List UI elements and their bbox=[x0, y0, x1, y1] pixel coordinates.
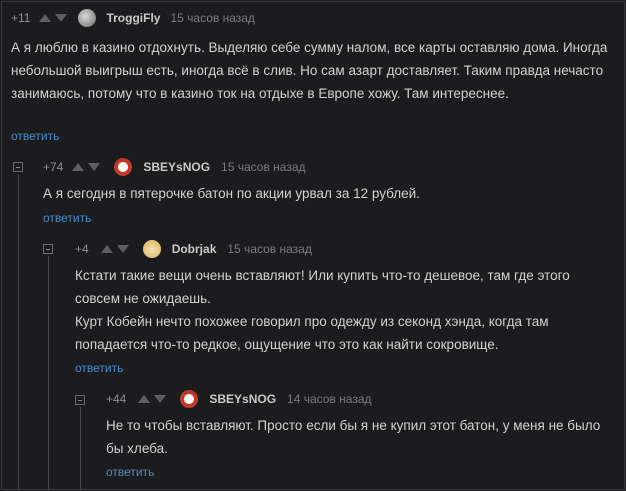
timestamp[interactable]: 14 часов назад bbox=[287, 392, 371, 406]
username[interactable]: SBEYsNOG bbox=[209, 392, 276, 406]
comment-text: Кстати такие вещи очень вставляют! Или к… bbox=[75, 268, 570, 352]
comment-text: А я сегодня в пятерочке батон по акции у… bbox=[43, 186, 420, 201]
timestamp[interactable]: 15 часов назад bbox=[227, 242, 311, 256]
comment-header: +74 SBEYsNOG 15 часов назад bbox=[43, 157, 306, 177]
upvote-arrow-icon[interactable] bbox=[72, 163, 85, 171]
downvote-arrow-icon[interactable] bbox=[88, 163, 101, 171]
reply-link[interactable]: ответить bbox=[43, 211, 91, 225]
downvote-arrow-icon[interactable] bbox=[55, 14, 68, 22]
username[interactable]: TroggiFly bbox=[106, 11, 160, 25]
comment-text: А я люблю в казино отдохнуть. Выделяю се… bbox=[11, 40, 608, 101]
collapse-toggle-icon[interactable] bbox=[75, 395, 85, 405]
reply-link[interactable]: ответить bbox=[11, 129, 59, 143]
red-emblem-avatar-icon[interactable] bbox=[114, 158, 133, 176]
username[interactable]: SBEYsNOG bbox=[143, 160, 210, 174]
comment-header: +44 SBEYsNOG 14 часов назад bbox=[106, 389, 372, 409]
cat-avatar-icon[interactable] bbox=[142, 240, 161, 258]
rating-value: +4 bbox=[75, 242, 89, 256]
thread-branch-line bbox=[80, 407, 81, 490]
upvote-arrow-icon[interactable] bbox=[138, 395, 151, 403]
timestamp[interactable]: 15 часов назад bbox=[221, 160, 305, 174]
comment-thread: +11 TroggiFly 15 часов назад А я люблю в… bbox=[1, 1, 625, 490]
rating-value: +74 bbox=[43, 160, 64, 174]
collapse-toggle-icon[interactable] bbox=[13, 162, 23, 172]
rating-value: +11 bbox=[11, 11, 31, 25]
thread-branch-line bbox=[18, 174, 19, 490]
reply-link[interactable]: ответить bbox=[75, 361, 123, 375]
reply-link[interactable]: ответить bbox=[106, 465, 154, 479]
globe-avatar-icon[interactable] bbox=[78, 9, 97, 27]
red-emblem-avatar-icon[interactable] bbox=[180, 390, 199, 408]
rating-value: +44 bbox=[106, 392, 127, 406]
downvote-arrow-icon[interactable] bbox=[116, 245, 129, 253]
collapse-toggle-icon[interactable] bbox=[43, 244, 53, 254]
upvote-arrow-icon[interactable] bbox=[39, 14, 52, 22]
downvote-arrow-icon[interactable] bbox=[154, 395, 167, 403]
timestamp[interactable]: 15 часов назад bbox=[170, 11, 254, 25]
comment-text: Не то чтобы вставляют. Просто если бы я … bbox=[106, 418, 601, 456]
upvote-arrow-icon[interactable] bbox=[100, 245, 113, 253]
thread-branch-line bbox=[48, 256, 49, 490]
username[interactable]: Dobrjak bbox=[172, 242, 217, 256]
comment-header: +11 TroggiFly 15 часов назад bbox=[11, 8, 255, 28]
comment-header: +4 Dobrjak 15 часов назад bbox=[75, 239, 312, 259]
